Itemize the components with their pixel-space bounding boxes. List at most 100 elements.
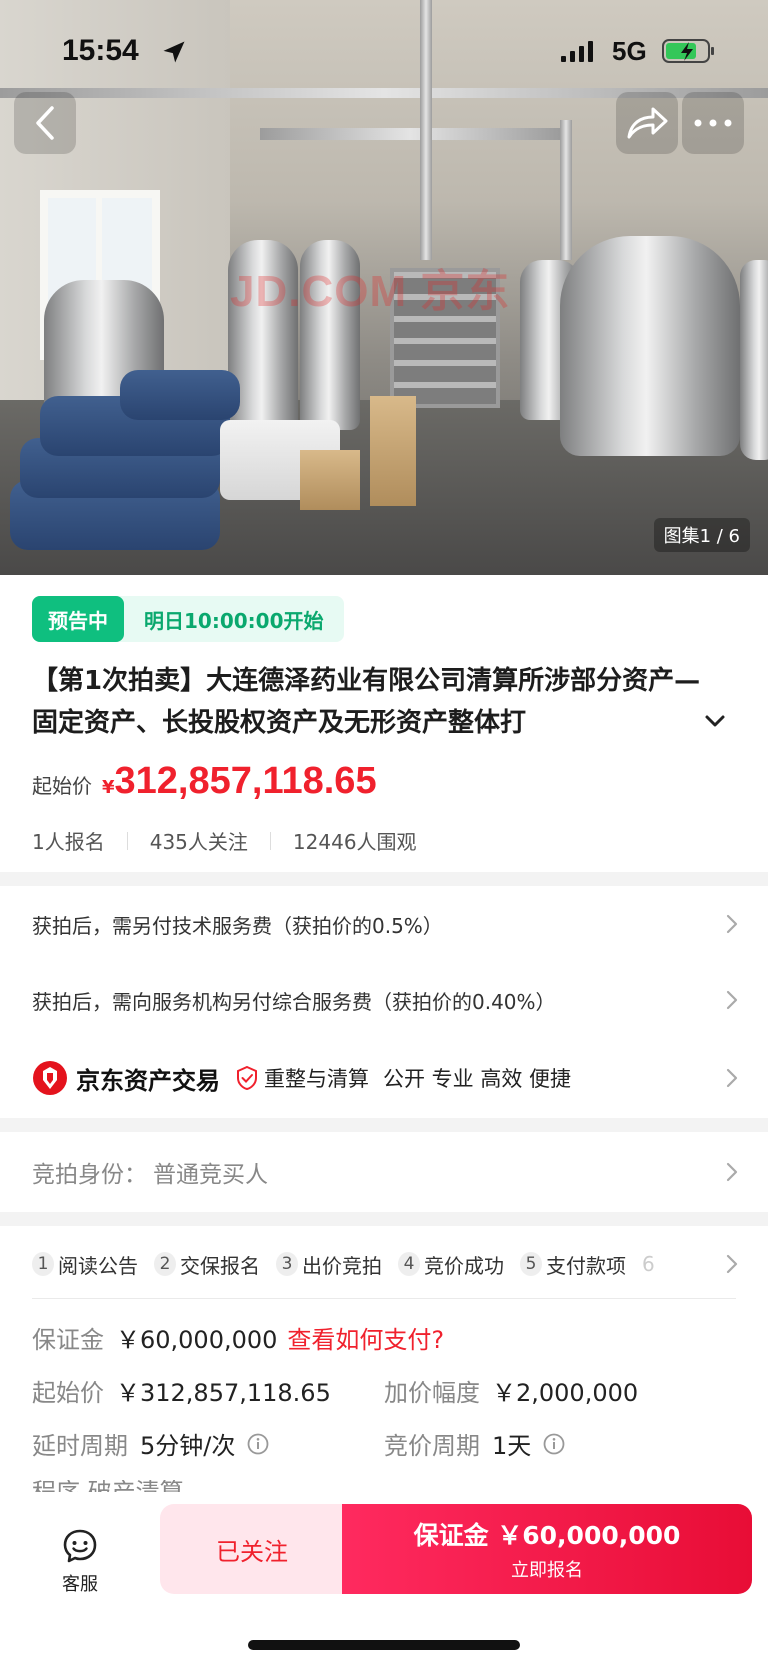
step-label: 阅读公告 — [58, 1253, 138, 1278]
share-icon — [627, 107, 668, 139]
bidder-identity-row[interactable]: 竞拍身份： 普通竞买人 — [0, 1134, 768, 1210]
watermark: JD.COM 京东 — [230, 267, 511, 316]
auction-steps[interactable]: 1 阅读公告 2 交保报名 3 出价竞拍 4 竞价成功 5 支付款项 6 — [32, 1242, 732, 1286]
step-number: 6 — [642, 1252, 655, 1276]
step-number: 4 — [398, 1252, 420, 1276]
procedure-row-partial: 程序 破产清算 — [32, 1480, 184, 1492]
step-number: 1 — [32, 1252, 54, 1276]
back-icon — [36, 106, 54, 140]
signup-count: 1人报名 — [32, 830, 105, 854]
auction-title: 【第1次拍卖】大连德泽药业有限公司清算所涉部分资产—固定资产、长投股权资产及无形… — [32, 666, 701, 738]
step-read-notice: 1 阅读公告 — [32, 1250, 138, 1279]
deposit-value: ￥60,000,000 — [116, 1326, 278, 1354]
gallery-counter: 图集1 / 6 — [653, 518, 750, 552]
step-payment: 5 支付款项 — [520, 1250, 626, 1279]
step-number: 2 — [154, 1252, 176, 1276]
bottom-action-bar: 客服 已关注 保证金 ￥60,000,000 立即报名 — [0, 1492, 768, 1663]
more-button[interactable] — [682, 92, 744, 154]
deposit-label: 保证金 — [32, 1326, 104, 1354]
extension-label: 延时周期 — [32, 1432, 128, 1460]
service-agency-fee-row[interactable]: 获拍后，需向服务机构另付综合服务费（获拍价的0.40%） — [0, 962, 768, 1038]
stats-row: 1人报名 435人关注 12446人围观 — [32, 826, 417, 855]
step-number: 5 — [520, 1252, 542, 1276]
chevron-right-icon[interactable] — [726, 1254, 738, 1274]
signal-icon — [561, 41, 593, 62]
increment-detail: 加价幅度 ￥2,000,000 — [384, 1373, 638, 1408]
brand-name: 京东资产交易 — [76, 1066, 220, 1095]
start-price-value: 312,857,118.65 — [114, 760, 377, 802]
customer-service-label: 客服 — [62, 1574, 98, 1595]
step-label: 出价竞拍 — [302, 1253, 382, 1278]
tech-service-fee-text: 获拍后，需另付技术服务费（获拍价的0.5%） — [32, 913, 443, 938]
service-agency-fee-text: 获拍后，需向服务机构另付综合服务费（获拍价的0.40%） — [32, 989, 556, 1014]
share-button[interactable] — [616, 92, 678, 154]
cycle-detail: 竞价周期 1天 — [384, 1426, 565, 1461]
identity-value: 普通竞买人 — [153, 1162, 268, 1188]
step-bid-success: 4 竞价成功 — [398, 1250, 504, 1279]
extension-value: 5分钟/次 — [140, 1432, 236, 1460]
divider — [32, 1298, 736, 1299]
more-icon — [694, 119, 732, 127]
step-label: 支付款项 — [546, 1253, 626, 1278]
photo-box — [370, 396, 416, 506]
start-price-detail: 起始价 ￥312,857,118.65 — [32, 1373, 331, 1408]
brand-tag: 重整与清算 — [264, 1067, 369, 1091]
network-label: 5G — [612, 36, 647, 66]
register-button[interactable]: 保证金 ￥60,000,000 立即报名 — [342, 1504, 752, 1594]
increment-value: ￥2,000,000 — [492, 1379, 639, 1407]
chevron-right-icon — [726, 914, 738, 934]
tech-service-fee-row[interactable]: 获拍后，需另付技术服务费（获拍价的0.5%） — [0, 886, 768, 962]
photo-tank — [740, 260, 768, 460]
chevron-right-icon — [726, 990, 738, 1010]
start-price-detail-value: ￥312,857,118.65 — [116, 1379, 331, 1407]
step-label: 竞价成功 — [424, 1253, 504, 1278]
step-label: 交保报名 — [180, 1253, 260, 1278]
status-bar: 15:54 5G — [0, 0, 768, 100]
currency-symbol: ¥ — [102, 777, 115, 798]
step-six: 6 — [642, 1252, 655, 1276]
info-icon[interactable] — [247, 1433, 269, 1455]
start-price-label: 起始价 — [32, 774, 92, 798]
step-bid: 3 出价竞拍 — [276, 1250, 382, 1279]
register-deposit-text: 保证金 ￥60,000,000 — [413, 1521, 681, 1550]
increment-label: 加价幅度 — [384, 1379, 480, 1407]
chevron-right-icon — [726, 1162, 738, 1182]
step-deposit-signup: 2 交保报名 — [154, 1250, 260, 1279]
deposit-row: 保证金 ￥60,000,000 查看如何支付? — [32, 1320, 444, 1355]
brand-row[interactable]: 京东资产交易 重整与清算 公开 专业 高效 便捷 — [0, 1040, 768, 1116]
follow-count: 435人关注 — [149, 830, 248, 854]
step-number: 3 — [276, 1252, 298, 1276]
customer-service-button[interactable]: 客服 — [40, 1528, 120, 1608]
photo-box — [300, 450, 360, 510]
photo-tank — [560, 236, 740, 456]
section-divider — [0, 872, 768, 886]
brand-slogan: 公开 专业 高效 便捷 — [383, 1067, 572, 1091]
location-arrow-icon — [163, 41, 185, 63]
back-button[interactable] — [14, 92, 76, 154]
chevron-down-icon[interactable] — [704, 714, 726, 728]
register-now-text: 立即报名 — [511, 1560, 583, 1581]
how-to-pay-link[interactable]: 查看如何支付? — [287, 1320, 444, 1355]
shield-check-icon — [237, 1066, 257, 1090]
follow-button[interactable]: 已关注 — [160, 1504, 344, 1594]
photo-pipe — [260, 128, 560, 140]
chevron-right-icon — [726, 1068, 738, 1088]
identity-label: 竞拍身份： — [32, 1162, 147, 1188]
photo-pipe — [560, 120, 572, 260]
section-divider — [0, 1118, 768, 1132]
extension-detail: 延时周期 5分钟/次 — [32, 1426, 269, 1461]
jd-logo-icon — [33, 1061, 67, 1095]
cycle-value: 1天 — [492, 1432, 532, 1460]
presale-status: 预告中 — [32, 596, 124, 642]
start-price: 起始价 ¥ 312,857,118.65 — [32, 760, 377, 803]
presale-start-time: 明日10:00:00开始 — [144, 608, 324, 633]
divider — [126, 831, 128, 850]
start-price-detail-label: 起始价 — [32, 1379, 104, 1407]
cycle-label: 竞价周期 — [384, 1432, 480, 1460]
status-time: 15:54 — [62, 34, 139, 67]
divider — [269, 831, 271, 850]
battery-charging-icon — [662, 39, 714, 63]
section-divider — [0, 1212, 768, 1226]
home-indicator[interactable] — [248, 1640, 520, 1650]
info-icon[interactable] — [543, 1433, 565, 1455]
